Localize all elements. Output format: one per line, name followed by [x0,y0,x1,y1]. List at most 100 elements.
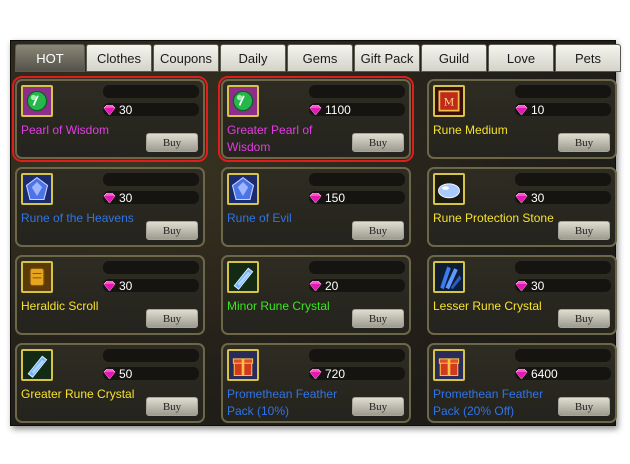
svg-text:M: M [444,96,455,108]
diamond-currency-icon [309,280,322,291]
item-info-bar [309,261,405,274]
buy-button[interactable]: Buy [146,133,198,152]
buy-button[interactable]: Buy [352,309,404,328]
item-price: 30 [103,102,133,117]
buy-button[interactable]: Buy [558,309,610,328]
item-info-bar [515,349,611,362]
item-name: Lesser Rune Crystal [433,299,542,313]
diamond-currency-icon [103,280,116,291]
item-price: 20 [309,278,339,293]
shop-item-card: 30 Lesser Rune Crystal Buy [427,255,617,335]
shop-item-card: 6400 Promethean Feather Pack (20% Off) B… [427,343,617,423]
diamond-currency-icon [515,280,528,291]
tab-coupons[interactable]: Coupons [153,44,219,72]
buy-button[interactable]: Buy [558,397,610,416]
item-price: 720 [309,366,346,381]
tab-hot[interactable]: HOT [15,44,85,72]
scroll-icon[interactable] [21,261,53,293]
diamond-currency-icon [309,368,322,379]
item-info-bar [515,261,611,274]
item-price: 30 [103,190,133,205]
crystal-cluster-icon[interactable] [433,261,465,293]
price-value: 30 [119,102,133,117]
shop-item-card: 50 Greater Rune Crystal Buy [15,343,205,423]
tab-gift-pack[interactable]: Gift Pack [354,44,420,72]
item-name: Rune Medium [433,123,508,137]
shop-item-card: 720 Promethean Feather Pack (10%) Buy [221,343,411,423]
item-price: 30 [515,190,545,205]
rune-medium-icon[interactable]: M [433,85,465,117]
tab-guild[interactable]: Guild [421,44,487,72]
item-info-bar [309,173,405,186]
green-pearl-icon[interactable] [227,85,259,117]
item-grid: 30 Pearl of Wisdom Buy 1100 Greater Pear… [11,74,617,424]
price-value: 720 [325,366,346,381]
gift-box-icon[interactable] [433,349,465,381]
item-price: 6400 [515,366,558,381]
price-value: 30 [119,190,133,205]
buy-button[interactable]: Buy [558,221,610,240]
item-price: 30 [515,278,545,293]
item-info-bar [515,85,611,98]
item-price: 1100 [309,102,351,117]
tab-daily[interactable]: Daily [220,44,286,72]
item-name: Minor Rune Crystal [227,299,330,313]
price-value: 20 [325,278,339,293]
item-info-bar [309,349,405,362]
item-name: Greater Pearl of Wisdom [227,123,313,154]
item-info-bar [103,261,199,274]
shop-item-card: 30 Rune of the Heavens Buy [15,167,205,247]
shop-item-card: 30 Rune Protection Stone Buy [427,167,617,247]
tab-love[interactable]: Love [488,44,554,72]
item-name: Heraldic Scroll [21,299,99,313]
shop-item-card: 30 Heraldic Scroll Buy [15,255,205,335]
diamond-currency-icon [103,368,116,379]
item-info-bar [103,85,199,98]
buy-button[interactable]: Buy [146,221,198,240]
price-value: 10 [531,102,545,117]
shop-item-card: 1100 Greater Pearl of Wisdom Buy [218,76,414,162]
diamond-currency-icon [515,192,528,203]
price-value: 1100 [325,102,351,117]
price-value: 6400 [531,366,558,381]
buy-button[interactable]: Buy [352,133,404,152]
tab-gems[interactable]: Gems [287,44,353,72]
item-info-bar [515,173,611,186]
buy-button[interactable]: Buy [352,397,404,416]
price-value: 150 [325,190,346,205]
protection-stone-icon[interactable] [433,173,465,205]
item-name: Greater Rune Crystal [21,387,135,401]
buy-button[interactable]: Buy [146,397,198,416]
diamond-currency-icon [103,104,116,115]
diamond-currency-icon [103,192,116,203]
item-info-bar [309,85,405,98]
crystal-icon[interactable] [227,261,259,293]
item-name: Rune of Evil [227,211,292,225]
item-info-bar [103,173,199,186]
diamond-currency-icon [515,104,528,115]
item-price: 50 [103,367,132,381]
shop-item-card: 150 Rune of Evil Buy [221,167,411,247]
item-name: Rune of the Heavens [21,211,134,225]
blue-rune-stone-icon[interactable] [21,173,53,205]
tab-pets[interactable]: Pets [555,44,621,72]
item-shop-panel: HOT Clothes Coupons Daily Gems Gift Pack… [10,40,621,426]
shop-item-card: M 10 Rune Medium Buy [427,79,617,159]
item-info-bar [103,349,199,362]
buy-button[interactable]: Buy [352,221,404,240]
crystal-icon[interactable] [21,349,53,381]
diamond-currency-icon [515,368,528,379]
item-name: Promethean Feather Pack (20% Off) [433,387,544,418]
buy-button[interactable]: Buy [558,133,610,152]
gift-box-icon[interactable] [227,349,259,381]
price-value: 30 [531,190,545,205]
blue-rune-stone-icon[interactable] [227,173,259,205]
price-value: 30 [119,278,133,293]
buy-button[interactable]: Buy [146,309,198,328]
tab-clothes[interactable]: Clothes [86,44,152,72]
item-price: 150 [309,190,346,205]
green-pearl-icon[interactable] [21,85,53,117]
price-value: 30 [531,278,545,293]
category-tabs: HOT Clothes Coupons Daily Gems Gift Pack… [15,44,622,72]
shop-item-card: 30 Pearl of Wisdom Buy [12,76,208,162]
